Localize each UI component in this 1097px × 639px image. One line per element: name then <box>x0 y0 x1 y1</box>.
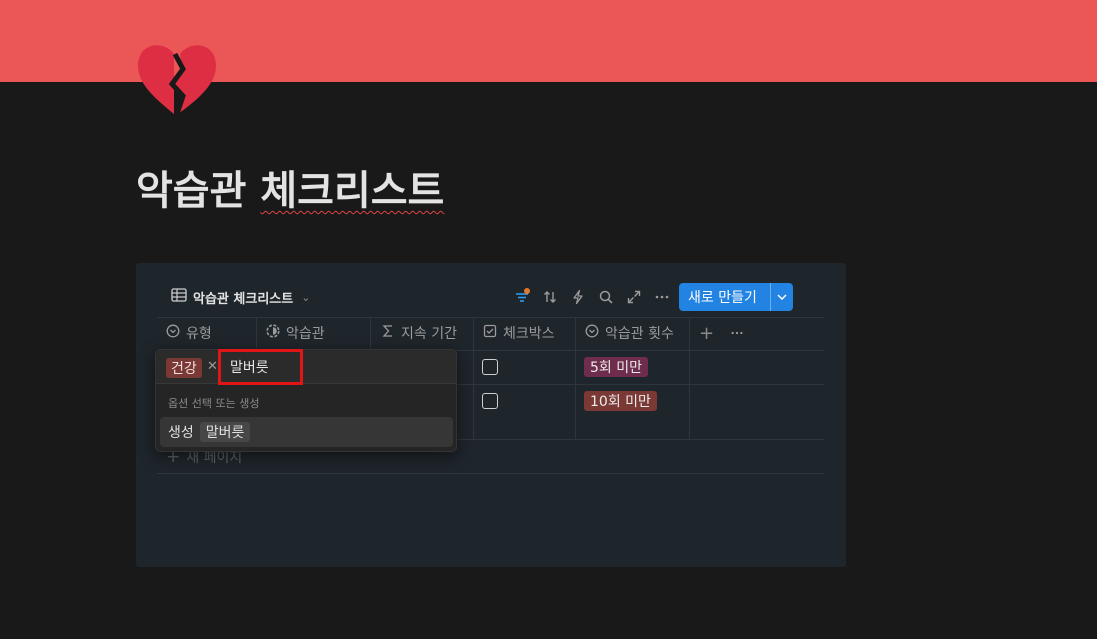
selected-option-chip: 건강 <box>166 358 202 378</box>
column-header-label: 지속 기간 <box>401 326 457 342</box>
column-header-label: 악습관 <box>286 326 325 342</box>
remove-chip-icon[interactable]: ✕ <box>207 359 218 374</box>
expand-icon[interactable] <box>620 286 648 308</box>
new-button-label[interactable]: 새로 만들기 <box>679 287 770 307</box>
table-top-border <box>157 317 824 318</box>
option-search-input[interactable] <box>220 350 366 384</box>
more-icon[interactable] <box>648 286 676 308</box>
page-title[interactable]: 악습관 체크리스트 <box>136 158 444 216</box>
column-header-label: 악습관 횟수 <box>605 326 674 342</box>
sort-icon[interactable] <box>536 286 564 308</box>
new-page-bottom-border <box>157 473 824 474</box>
column-header-habit[interactable]: 악습관 <box>266 323 325 343</box>
page-title-word: 악습관 <box>136 168 247 214</box>
table-icon <box>171 288 187 306</box>
chevron-down-icon[interactable] <box>771 294 793 300</box>
add-column-icon[interactable]: + <box>699 323 714 344</box>
create-option-chip: 말버릇 <box>199 422 251 442</box>
column-divider <box>575 318 576 439</box>
filter-icon[interactable] <box>508 286 536 308</box>
popup-input-bar: 건강 ✕ <box>156 350 456 384</box>
habit-count-tag[interactable]: 10회 미만 <box>584 391 657 411</box>
row-checkbox[interactable] <box>482 359 498 375</box>
filter-active-dot <box>524 288 530 294</box>
broken-heart-icon[interactable] <box>134 40 218 116</box>
column-header-label: 체크박스 <box>503 326 555 342</box>
view-tab[interactable]: 악습관 체크리스트 ⌄ <box>171 287 310 307</box>
row-checkbox[interactable] <box>482 393 498 409</box>
column-header-habit-count[interactable]: 악습관 횟수 <box>585 323 674 343</box>
column-header-checkbox[interactable]: 체크박스 <box>483 323 555 343</box>
new-button[interactable]: 새로 만들기 <box>679 283 793 311</box>
popup-hint: 옵션 선택 또는 생성 <box>168 397 260 410</box>
habit-count-tag[interactable]: 5회 미만 <box>584 357 648 377</box>
automation-icon[interactable] <box>564 286 592 308</box>
page-title-word-misspelled: 체크리스트 <box>260 168 445 214</box>
column-header-type[interactable]: 유형 <box>166 323 212 343</box>
search-icon[interactable] <box>592 286 620 308</box>
status-icon <box>266 324 280 342</box>
select-icon <box>166 324 180 342</box>
create-option-item[interactable]: 생성 말버릇 <box>160 417 453 447</box>
create-option-label: 생성 <box>168 425 194 441</box>
column-header-label: 유형 <box>186 326 212 342</box>
column-header-duration[interactable]: 지속 기간 <box>381 323 457 343</box>
column-divider <box>473 318 474 439</box>
database-toolbar <box>508 286 676 308</box>
select-icon <box>585 324 599 342</box>
chevron-down-icon: ⌄ <box>301 290 311 304</box>
view-tab-label: 악습관 체크리스트 <box>193 291 294 307</box>
select-option-popup: 건강 ✕ 옵션 선택 또는 생성 생성 말버릇 <box>155 349 457 452</box>
more-icon[interactable] <box>730 323 744 343</box>
column-divider <box>689 318 690 439</box>
sigma-icon <box>381 324 395 342</box>
checkbox-icon <box>483 324 497 342</box>
